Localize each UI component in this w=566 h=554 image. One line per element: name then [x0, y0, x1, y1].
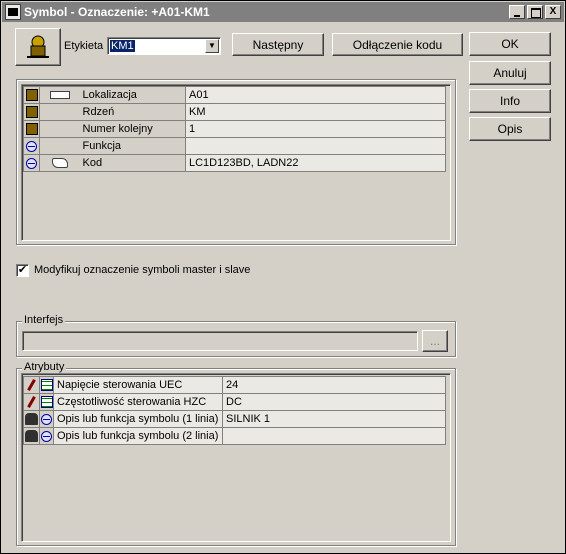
symbol-icon	[25, 123, 38, 136]
attribute-row[interactable]: Częstotliwość sterowania HZC DC	[23, 393, 446, 411]
modify-master-slave-checkbox[interactable]: ✔	[16, 264, 29, 277]
row-label: Częstotliwość sterowania HZC	[53, 393, 223, 411]
designation-row[interactable]: Numer kolejny 1	[23, 120, 446, 138]
row-value[interactable]: SILNIK 1	[222, 410, 446, 428]
row-icon2-cell	[39, 427, 54, 445]
maximize-button[interactable]	[527, 5, 543, 19]
minimize-button[interactable]	[509, 5, 525, 19]
designation-row[interactable]: Rdzeń KM	[23, 103, 446, 121]
row-value[interactable]	[185, 137, 446, 155]
globe-icon	[26, 157, 37, 169]
row-icon2-cell	[39, 86, 80, 104]
row-value[interactable]: DC	[222, 393, 446, 411]
row-icon2-cell	[39, 376, 54, 394]
designation-row[interactable]: Funkcja	[23, 137, 446, 155]
pen-icon	[27, 396, 36, 408]
row-icon-cell	[23, 86, 40, 104]
close-button[interactable]: X	[545, 5, 561, 19]
chevron-down-icon[interactable]: ▼	[205, 39, 219, 53]
people-icon	[25, 413, 38, 426]
interface-group-label: Interfejs	[22, 314, 66, 326]
label-field-caption: Etykieta	[64, 40, 104, 52]
attribute-row[interactable]: Napięcie sterowania UEC 24	[23, 376, 446, 394]
table-icon	[40, 379, 53, 392]
attributes-table: Napięcie sterowania UEC 24 Częstotliwość s…	[23, 376, 446, 445]
symbol-icon	[25, 106, 38, 119]
row-label: Napięcie sterowania UEC	[53, 376, 223, 394]
row-icon-cell	[23, 427, 40, 445]
row-label: Opis lub funkcja symbolu (1 linia)	[53, 410, 223, 428]
row-value[interactable]	[222, 427, 446, 445]
interface-field[interactable]	[22, 331, 418, 351]
title-bar: Symbol - Oznaczenie: +A01-KM1 X	[2, 2, 564, 22]
row-label: Lokalizacja	[79, 86, 186, 104]
attribute-row[interactable]: Opis lub funkcja symbolu (1 linia) SILNIK…	[23, 410, 446, 428]
row-icon-cell	[23, 120, 40, 138]
symbol-graphic-button[interactable]	[15, 28, 61, 66]
designation-row[interactable]: Lokalizacja A01	[23, 86, 446, 104]
row-value[interactable]: 24	[222, 376, 446, 394]
symbol-dialog: Symbol - Oznaczenie: +A01-KM1 X Etykieta…	[0, 0, 566, 554]
designation-table: Lokalizacja A01 Rdzeń KM Numer kolejny 1 Funkc…	[23, 86, 446, 172]
row-icon2-cell	[39, 410, 54, 428]
globe-icon	[41, 430, 52, 442]
cancel-button[interactable]: Anuluj	[469, 61, 551, 85]
attribute-row[interactable]: Opis lub funkcja symbolu (2 linia)	[23, 427, 446, 445]
designation-grid-frame: Lokalizacja A01 Rdzeń KM Numer kolejny 1 Funkc…	[21, 84, 451, 241]
description-button[interactable]: Opis	[469, 117, 551, 141]
globe-icon	[26, 140, 37, 152]
globe-icon	[41, 413, 52, 425]
people-icon	[25, 430, 38, 443]
row-value[interactable]: A01	[185, 86, 446, 104]
row-icon2-cell	[39, 154, 80, 172]
row-label: Numer kolejny	[79, 120, 186, 138]
designation-row[interactable]: Kod LC1D123BD, LADN22	[23, 154, 446, 172]
row-icon2-cell	[39, 120, 80, 138]
row-value[interactable]: 1	[185, 120, 446, 138]
row-label: Rdzeń	[79, 103, 186, 121]
modify-master-slave-label: Modyfikuj oznaczenie symboli master i sl…	[34, 264, 251, 276]
row-icon2-cell	[39, 137, 80, 155]
symbol-icon	[25, 89, 38, 102]
symbol-graphic-icon	[27, 35, 49, 58]
row-label: Kod	[79, 154, 186, 172]
designation-group: Lokalizacja A01 Rdzeń KM Numer kolejny 1 Funkc…	[16, 79, 456, 245]
label-combobox[interactable]: KM1 ▼	[107, 37, 221, 55]
row-icon-cell	[23, 137, 40, 155]
interface-browse-button[interactable]: ...	[422, 330, 448, 352]
row-icon2-cell	[39, 103, 80, 121]
attributes-grid-frame: Napięcie sterowania UEC 24 Częstotliwość s…	[21, 373, 451, 542]
row-label: Funkcja	[79, 137, 186, 155]
book-icon	[51, 158, 68, 169]
pen-icon	[27, 379, 36, 391]
row-icon-cell	[23, 103, 40, 121]
unlink-code-button[interactable]: Odłączenie kodu	[332, 33, 463, 56]
row-value[interactable]: LC1D123BD, LADN22	[185, 154, 446, 172]
row-icon2-cell	[39, 393, 54, 411]
row-label: Opis lub funkcja symbolu (2 linia)	[53, 427, 223, 445]
info-button[interactable]: Info	[469, 89, 551, 113]
row-icon-cell	[23, 393, 40, 411]
app-icon	[5, 4, 21, 20]
ok-button[interactable]: OK	[469, 32, 551, 56]
label-combobox-value: KM1	[110, 40, 135, 52]
attributes-group: Napięcie sterowania UEC 24 Częstotliwość s…	[16, 368, 456, 546]
attributes-group-label: Atrybuty	[22, 361, 67, 373]
row-value[interactable]: KM	[185, 103, 446, 121]
row-icon-cell	[23, 154, 40, 172]
next-button[interactable]: Następny	[232, 33, 324, 56]
table-icon	[40, 396, 53, 409]
location-icon	[49, 91, 70, 100]
row-icon-cell	[23, 376, 40, 394]
window-title: Symbol - Oznaczenie: +A01-KM1	[24, 5, 210, 19]
row-icon-cell	[23, 410, 40, 428]
